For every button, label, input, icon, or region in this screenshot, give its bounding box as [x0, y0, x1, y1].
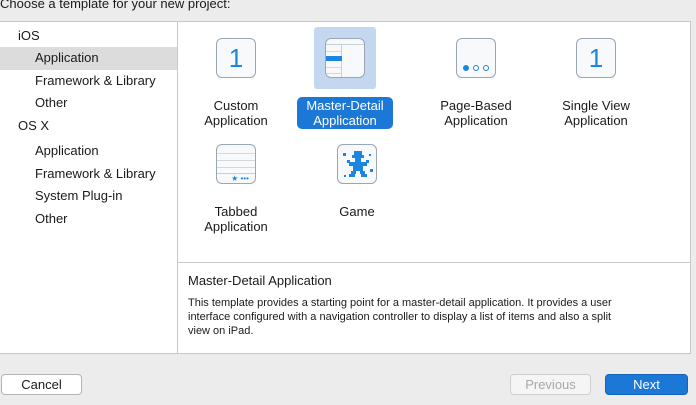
- template-label: Custom Application: [204, 98, 268, 128]
- header-title: Choose a template for your new project:: [0, 0, 231, 11]
- master-detail-icon: [325, 38, 365, 78]
- sidebar-item-ios-application[interactable]: Application: [0, 47, 177, 70]
- page-based-icon: [456, 38, 496, 78]
- template-description: Master-Detail Application This template …: [178, 263, 690, 353]
- template-grid: 1 Custom Application Master-Detail Appli…: [178, 22, 690, 263]
- game-icon: [337, 144, 377, 184]
- template-tabbed-application[interactable]: ★ ••• Tabbed Application: [184, 133, 288, 235]
- template-master-detail-application[interactable]: Master-Detail Application: [293, 27, 397, 129]
- sidebar-item-osx-application[interactable]: Application: [0, 140, 177, 163]
- sidebar-group-ios: iOS: [18, 28, 40, 43]
- template-label: Page-Based Application: [440, 98, 512, 128]
- cancel-button[interactable]: Cancel: [1, 374, 82, 395]
- description-title: Master-Detail Application: [188, 273, 332, 288]
- template-page-based-application[interactable]: Page-Based Application: [424, 27, 528, 129]
- description-body: This template provides a starting point …: [188, 297, 612, 337]
- number-one-icon: 1: [576, 38, 616, 78]
- number-one-icon: 1: [216, 38, 256, 78]
- sidebar-item-osx-framework-library[interactable]: Framework & Library: [0, 163, 177, 186]
- tabbed-icon: ★ •••: [216, 144, 256, 184]
- template-label: Single View Application: [562, 98, 630, 128]
- template-game[interactable]: Game: [305, 133, 409, 220]
- sidebar-group-osx: OS X: [18, 118, 50, 134]
- sidebar-item-osx-system-plugin[interactable]: System Plug-in: [0, 185, 177, 208]
- sidebar-item-osx-other[interactable]: Other: [0, 208, 177, 231]
- template-label: Game: [339, 204, 375, 219]
- template-panel: 1 Custom Application Master-Detail Appli…: [177, 21, 691, 354]
- template-label: Tabbed Application: [204, 204, 268, 234]
- template-single-view-application[interactable]: 1 Single View Application: [544, 27, 648, 129]
- sidebar-item-ios-framework-library[interactable]: Framework & Library: [0, 70, 177, 93]
- template-label: Master-Detail Application: [297, 97, 393, 129]
- sidebar-item-ios-other[interactable]: Other: [0, 92, 177, 115]
- template-custom-application[interactable]: 1 Custom Application: [184, 27, 288, 129]
- previous-button[interactable]: Previous: [510, 374, 591, 395]
- template-category-sidebar: iOS Application Framework & Library Othe…: [0, 21, 177, 354]
- next-button[interactable]: Next: [605, 374, 688, 395]
